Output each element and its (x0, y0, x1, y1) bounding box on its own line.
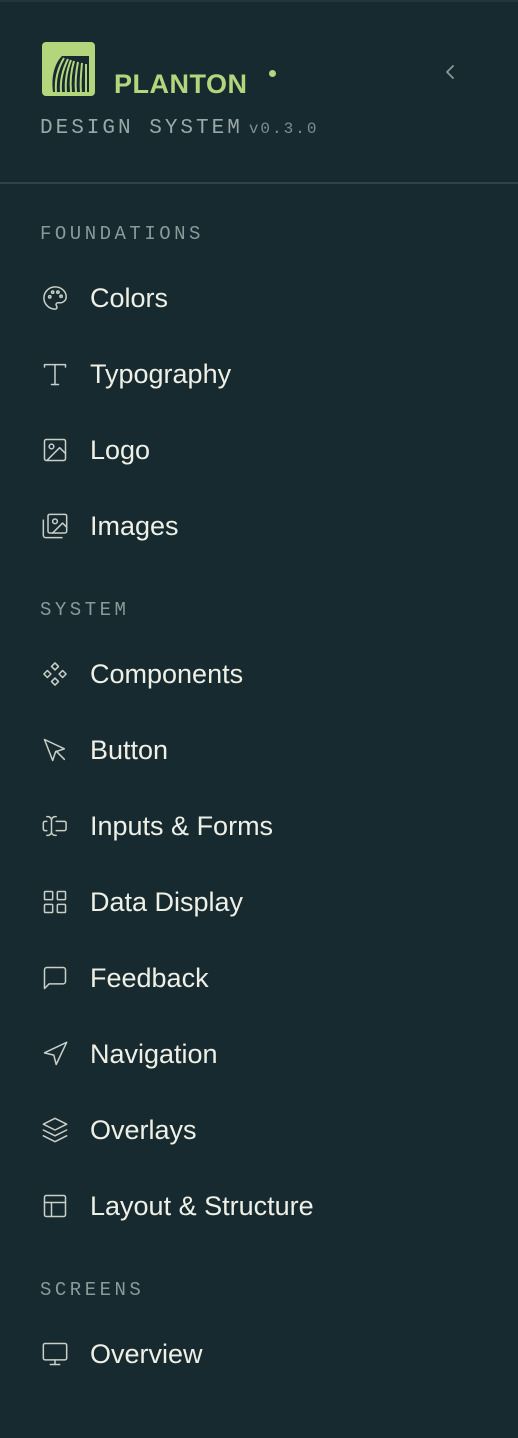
sidebar-header: PLANTON DESIGN SYSTEM v0.3.0 (0, 2, 518, 184)
nav-label-overlays: Overlays (90, 1115, 197, 1145)
sidebar: PLANTON DESIGN SYSTEM v0.3.0 FOUNDATIONS … (0, 0, 518, 1438)
nav-label-colors: Colors (90, 283, 169, 313)
layout-icon (40, 1191, 70, 1221)
nav-item-overlays[interactable]: Overlays (24, 1100, 494, 1160)
nav-label-button: Button (90, 735, 169, 765)
grid-icon (40, 887, 70, 917)
nav-label-logo: Logo (90, 435, 151, 465)
brand-subtitle: DESIGN SYSTEM v0.3.0 (40, 116, 318, 142)
nav-label-overview: Overview (90, 1339, 203, 1369)
nav-item-components[interactable]: Components (24, 644, 494, 704)
nav-item-logo[interactable]: Logo (24, 420, 494, 480)
planton-logo-icon (42, 42, 95, 96)
nav-item-typography[interactable]: Typography (24, 344, 494, 404)
nav-label-data-display: Data Display (90, 887, 244, 917)
nav-label-navigation: Navigation (90, 1039, 218, 1069)
nav-label-feedback: Feedback (90, 963, 209, 993)
nav-label-inputs-forms: Inputs & Forms (90, 811, 274, 841)
section-label-screens: SCREENS (40, 1279, 145, 1301)
nav-label-layout-structure: Layout & Structure (90, 1191, 314, 1221)
nav-item-button[interactable]: Button (24, 720, 494, 780)
nav-item-feedback[interactable]: Feedback (24, 948, 494, 1008)
images-icon (40, 511, 70, 541)
nav-item-layout-structure[interactable]: Layout & Structure (24, 1176, 494, 1236)
registered-mark (269, 70, 276, 77)
nav-item-navigation[interactable]: Navigation (24, 1024, 494, 1084)
section-label-system: SYSTEM (40, 599, 130, 621)
chevron-left-icon (446, 65, 454, 79)
palette-icon (40, 283, 70, 313)
nav-label-components: Components (90, 659, 244, 689)
layers-icon (40, 1115, 70, 1145)
nav-item-inputs-forms[interactable]: Inputs & Forms (24, 796, 494, 856)
collapse-sidebar-button[interactable] (434, 56, 466, 88)
components-icon (40, 659, 70, 689)
monitor-icon (40, 1339, 70, 1369)
type-icon (40, 359, 70, 389)
pointer-icon (40, 735, 70, 765)
text-cursor-input-icon (40, 811, 70, 841)
section-label-foundations: FOUNDATIONS (40, 223, 204, 245)
design-system-label: DESIGN SYSTEM (40, 117, 243, 140)
version-label: v0.3.0 (248, 120, 319, 138)
nav-label-images: Images (90, 511, 179, 541)
navigation-icon (40, 1039, 70, 1069)
image-icon (40, 435, 70, 465)
nav-item-data-display[interactable]: Data Display (24, 872, 494, 932)
nav-item-colors[interactable]: Colors (24, 268, 494, 328)
nav-item-images[interactable]: Images (24, 496, 494, 556)
message-square-icon (40, 963, 70, 993)
brand-name: PLANTON (114, 69, 248, 99)
nav-item-overview[interactable]: Overview (24, 1324, 494, 1384)
nav-label-typography: Typography (90, 359, 232, 389)
